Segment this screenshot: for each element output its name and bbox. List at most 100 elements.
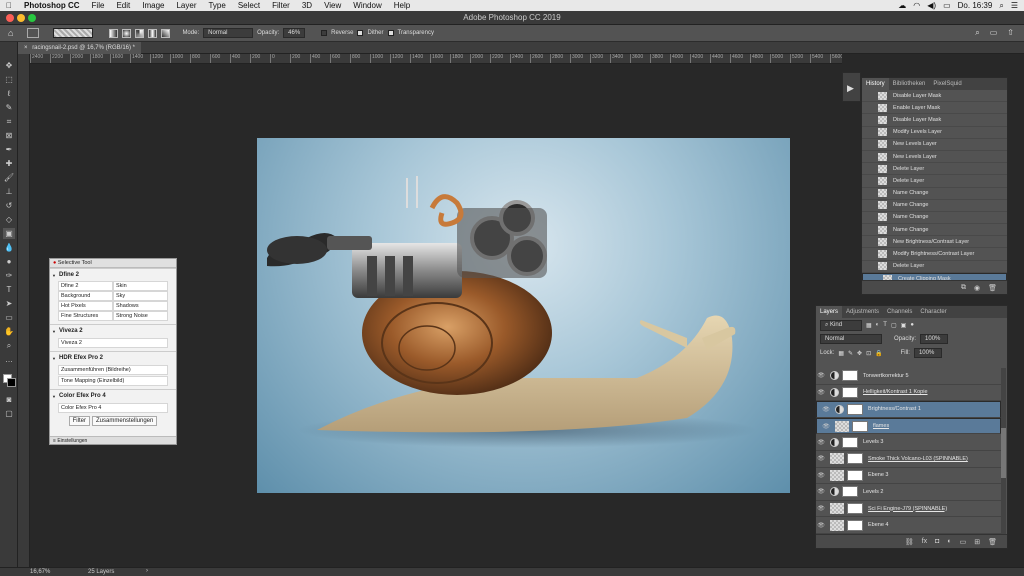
layer-name[interactable]: Ebene 4 xyxy=(868,522,889,528)
zoom-window-button[interactable] xyxy=(28,14,36,22)
gradient-radial-icon[interactable] xyxy=(122,28,132,38)
hdr-item[interactable]: Tone Mapping (Einzelbild) xyxy=(58,376,168,386)
layer-name[interactable]: Levels 2 xyxy=(863,489,884,495)
menu-type[interactable]: Type xyxy=(202,1,231,10)
visibility-eye-icon[interactable]: 👁 xyxy=(816,505,826,512)
tab-character[interactable]: Character xyxy=(916,306,950,318)
home-icon[interactable]: ⌂ xyxy=(8,28,13,38)
adjustment-layer-icon[interactable] xyxy=(830,487,839,497)
filter-adjustment-icon[interactable]: ◐ xyxy=(876,322,880,328)
layer-fill-input[interactable]: 100% xyxy=(913,348,942,358)
document-tab[interactable]: × racingsnail-2.psd @ 16,7% (RGB/16) * xyxy=(18,42,141,54)
layer-name[interactable]: Sci Fi Engine-J79 (SPINNABLE) xyxy=(868,506,947,512)
layer-mask-thumbnail[interactable] xyxy=(842,436,858,448)
layer-thumbnail[interactable] xyxy=(830,453,844,465)
visibility-eye-icon[interactable]: 👁 xyxy=(821,406,831,413)
menu-help[interactable]: Help xyxy=(388,1,416,10)
more-tools-icon[interactable]: … xyxy=(3,354,15,365)
dfine-cell[interactable]: Fine Structures xyxy=(58,311,113,321)
history-item[interactable]: New Levels Layer xyxy=(862,139,1007,151)
menu-3d[interactable]: 3D xyxy=(296,1,318,10)
visibility-eye-icon[interactable]: 👁 xyxy=(821,423,831,430)
layer-name[interactable]: Brightness/Contrast 1 xyxy=(868,406,921,412)
menu-layer[interactable]: Layer xyxy=(170,1,202,10)
hand-tool-icon[interactable]: ✋ xyxy=(3,326,15,337)
layer-mask-thumbnail[interactable] xyxy=(842,386,858,398)
gradient-tool-icon[interactable]: ▣ xyxy=(3,228,15,239)
layer-mask-thumbnail[interactable] xyxy=(847,453,863,465)
adjustment-layer-icon[interactable] xyxy=(830,387,839,397)
color-efex-item[interactable]: Color Efex Pro 4 xyxy=(58,403,168,413)
tab-layers[interactable]: Layers xyxy=(816,306,843,318)
menu-edit[interactable]: Edit xyxy=(110,1,136,10)
stamp-tool-icon[interactable]: ⊥ xyxy=(3,186,15,197)
new-document-from-state-icon[interactable]: ⧉ xyxy=(961,284,966,292)
tab-adjustments[interactable]: Adjustments xyxy=(842,306,883,318)
tab-bibliotheken[interactable]: Bibliotheken xyxy=(889,78,930,90)
delete-layer-icon[interactable]: 🗑 xyxy=(988,538,997,546)
dfine-cell[interactable]: Background xyxy=(58,291,113,301)
marquee-tool-icon[interactable]: ⬚ xyxy=(3,74,15,85)
adjustment-layer-icon[interactable] xyxy=(830,371,839,381)
tab-history[interactable]: History xyxy=(862,78,889,90)
menubar-clock[interactable]: Do. 16:39 xyxy=(958,1,993,10)
visibility-eye-icon[interactable]: 👁 xyxy=(816,455,826,462)
layer-row[interactable]: 👁 Tonwertkorrektur 5 xyxy=(816,368,1001,385)
zoom-tool-icon[interactable]: ⌕ xyxy=(3,340,15,351)
layer-opacity-input[interactable]: 100% xyxy=(920,334,949,344)
history-item[interactable]: Enable Layer Mask xyxy=(862,102,1007,115)
hdr-item[interactable]: Zusammenführen (Bildreihe) xyxy=(58,365,168,375)
crop-tool-icon[interactable]: ⌗ xyxy=(3,116,15,127)
screen-mode-icon[interactable]: ▢ xyxy=(3,408,15,419)
layer-name[interactable]: Tonwertkorrektur 5 xyxy=(863,373,909,379)
history-brush-icon[interactable]: ↺ xyxy=(3,200,15,211)
layer-row[interactable]: 👁 Helligkeit/Kontrast 1 Kopie xyxy=(816,385,1001,402)
layers-scrollbar[interactable] xyxy=(1001,368,1006,534)
battery-icon[interactable]: ▭ xyxy=(943,1,951,10)
history-item[interactable]: Modify Brightness/Contrast Layer xyxy=(862,248,1007,261)
layer-mask-thumbnail[interactable] xyxy=(847,519,863,531)
zusammenstellungen-button[interactable]: Zusammenstellungen xyxy=(91,416,158,426)
status-arrow-icon[interactable]: › xyxy=(146,568,148,574)
history-item[interactable]: Name Change xyxy=(862,200,1007,212)
opacity-input[interactable]: 46% xyxy=(283,28,306,38)
lock-transparent-icon[interactable]: ▦ xyxy=(838,350,844,357)
gradient-linear-icon[interactable] xyxy=(109,28,119,38)
lock-pixels-icon[interactable]: ✎ xyxy=(848,350,853,357)
layer-mask-thumbnail[interactable] xyxy=(847,469,863,481)
filter-smart-object-icon[interactable]: ▣ xyxy=(901,322,907,329)
filter-type-icon[interactable]: T xyxy=(883,322,887,328)
visibility-eye-icon[interactable]: 👁 xyxy=(816,522,826,529)
close-tab-icon[interactable]: × xyxy=(24,45,28,51)
add-mask-icon[interactable]: ◘ xyxy=(935,538,939,545)
lock-artboard-icon[interactable]: ⊡ xyxy=(866,350,871,357)
visibility-eye-icon[interactable]: 👁 xyxy=(816,372,826,379)
filter-button[interactable]: Filter xyxy=(68,416,90,426)
dfine-cell[interactable]: Sky xyxy=(113,291,168,301)
wifi-icon[interactable]: ◠ xyxy=(913,1,920,10)
lock-all-icon[interactable]: 🔒 xyxy=(875,350,882,357)
blur-tool-icon[interactable]: 💧 xyxy=(3,242,15,253)
snapshot-icon[interactable]: ◉ xyxy=(974,284,980,292)
visibility-eye-icon[interactable]: 👁 xyxy=(816,488,826,495)
layer-name[interactable]: Levels 3 xyxy=(863,439,884,445)
layer-mask-thumbnail[interactable] xyxy=(847,403,863,415)
workspace-icon[interactable]: ▭ xyxy=(990,28,998,38)
gradient-reflected-icon[interactable] xyxy=(148,28,158,38)
viveza-section-heading[interactable]: Viveza 2 xyxy=(50,324,176,337)
pen-tool-icon[interactable]: ✑ xyxy=(3,270,15,281)
dfine-cell[interactable]: Hot Pixels xyxy=(58,301,113,311)
fx-icon[interactable]: fx xyxy=(922,538,927,545)
eraser-tool-icon[interactable]: ◇ xyxy=(3,214,15,225)
adjustment-layer-icon[interactable] xyxy=(830,437,839,447)
menu-filter[interactable]: Filter xyxy=(266,1,296,10)
layer-row[interactable]: 👁 flames xyxy=(816,417,1001,435)
gradient-angle-icon[interactable] xyxy=(135,28,145,38)
layer-mask-thumbnail[interactable] xyxy=(842,370,858,382)
new-adjustment-icon[interactable]: ◐ xyxy=(947,538,951,545)
close-panel-icon[interactable]: ● xyxy=(53,260,56,266)
visibility-eye-icon[interactable]: 👁 xyxy=(816,472,826,479)
trash-icon[interactable]: 🗑 xyxy=(988,284,997,292)
lock-position-icon[interactable]: ✥ xyxy=(857,350,862,357)
layer-row[interactable]: 👁 Sci Fi Engine-J79 (SPINNABLE) xyxy=(816,501,1001,518)
